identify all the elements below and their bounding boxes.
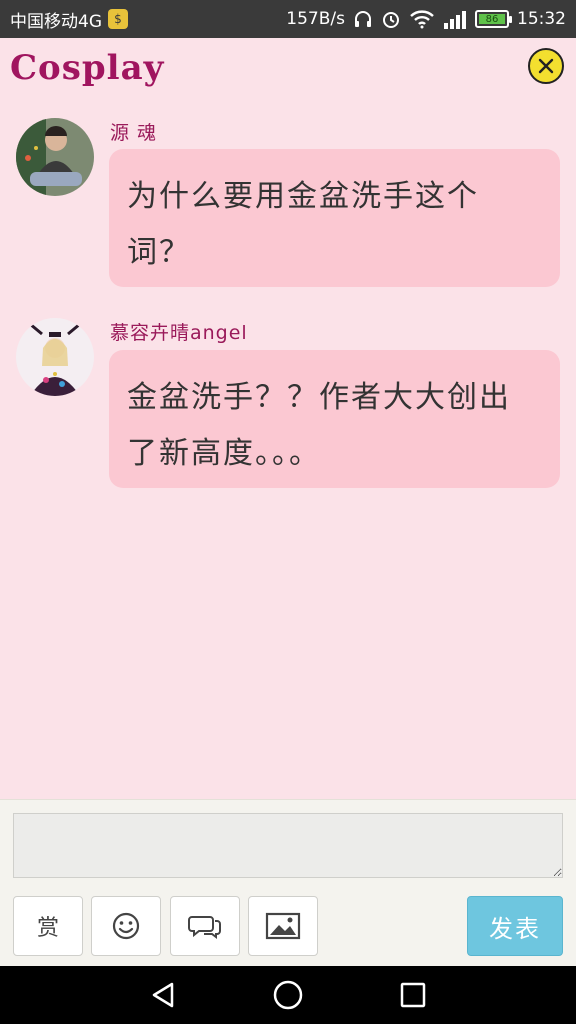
- status-bar: 中国移动4G $ 157B/s 86 15:32: [0, 0, 576, 38]
- message-author: 慕容卉晴angel: [110, 322, 248, 344]
- send-button[interactable]: 发表: [467, 896, 563, 956]
- headphones-icon: [353, 10, 373, 28]
- chat-button[interactable]: [170, 896, 240, 956]
- net-speed: 157B/s: [286, 9, 345, 29]
- image-button[interactable]: [248, 896, 318, 956]
- signal-icon: [443, 9, 467, 29]
- send-label: 发表: [489, 914, 541, 943]
- image-icon: [265, 912, 301, 940]
- avatar[interactable]: [16, 318, 94, 396]
- page-title: Cosplay: [10, 48, 165, 88]
- wifi-icon: [409, 9, 435, 29]
- recents-square-icon: [401, 982, 426, 1008]
- close-icon: [538, 58, 554, 74]
- avatar[interactable]: [16, 118, 94, 196]
- message-bubble: 为什么要用金盆洗手这个词？: [109, 149, 560, 287]
- message-bubble: 金盆洗手？？作者大大创出了新高度。。。: [109, 350, 560, 488]
- clock: 15:32: [517, 9, 566, 29]
- back-button[interactable]: [133, 966, 193, 1024]
- message-item: 源 魂 为什么要用金盆洗手这个词？: [0, 118, 576, 288]
- alarm-icon: [381, 9, 401, 29]
- home-circle-icon: [273, 980, 303, 1010]
- smiley-icon: [112, 912, 140, 940]
- reward-button[interactable]: 赏: [13, 896, 83, 956]
- emoji-button[interactable]: [91, 896, 161, 956]
- status-right: 157B/s 86 15:32: [286, 9, 566, 29]
- carrier-label: 中国移动4G: [10, 11, 102, 32]
- home-button[interactable]: [258, 966, 318, 1024]
- recents-button[interactable]: [383, 966, 443, 1024]
- back-triangle-icon: [152, 982, 173, 1008]
- message-item: 慕容卉晴angel 金盆洗手？？作者大大创出了新高度。。。: [0, 318, 576, 490]
- message-author: 源 魂: [110, 122, 158, 144]
- battery-level: 86: [485, 13, 499, 25]
- reply-input[interactable]: [13, 813, 563, 878]
- navigation-bar: [0, 966, 576, 1024]
- header: Cosplay: [0, 38, 576, 100]
- chat-bubbles-icon: [188, 916, 221, 939]
- status-left: 中国移动4G $: [10, 7, 128, 32]
- composer: 赏 发表: [0, 799, 576, 966]
- app-notification-icon: $: [108, 9, 128, 29]
- close-button[interactable]: [528, 48, 564, 84]
- reward-label: 赏: [36, 916, 59, 941]
- battery-icon: 86: [475, 10, 512, 28]
